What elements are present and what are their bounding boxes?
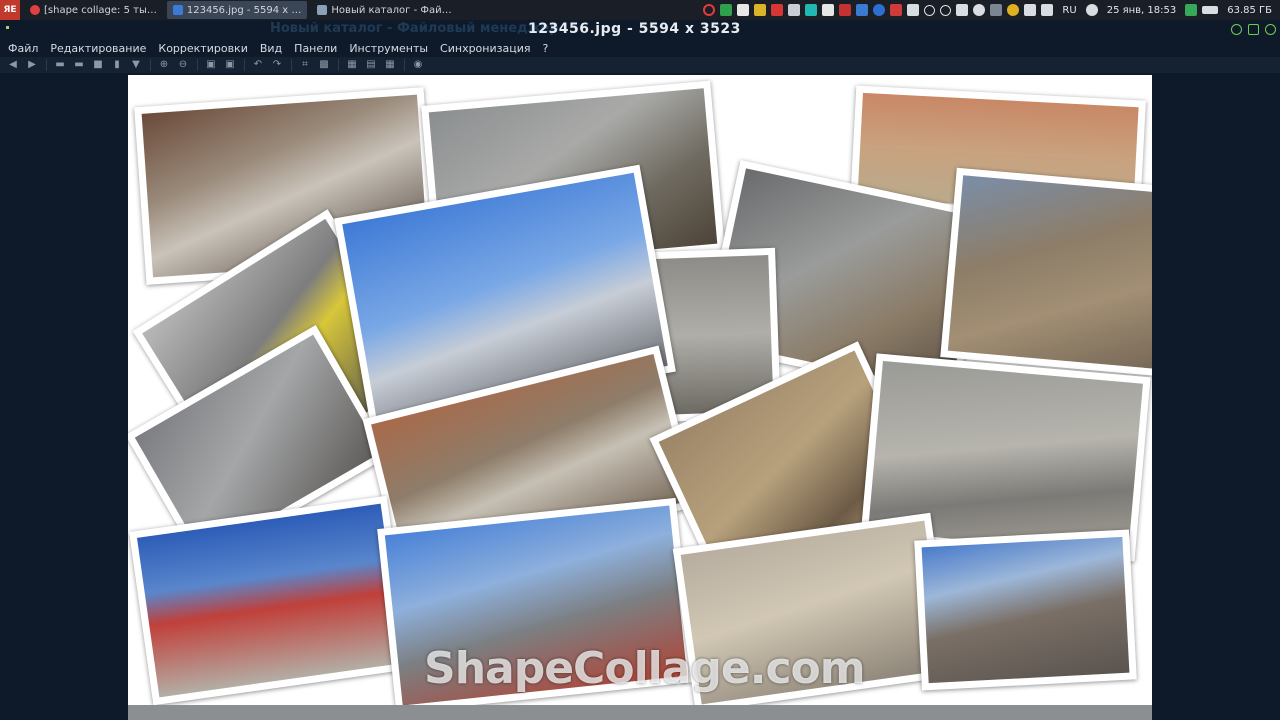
shield-icon[interactable]	[1024, 4, 1037, 16]
window-titlebar: Новый каталог - Файловый менеджер 123456…	[0, 20, 1280, 40]
undo-icon[interactable]: ↶	[253, 60, 263, 70]
window-indicator	[6, 26, 9, 29]
cloud-icon[interactable]	[856, 4, 869, 16]
photo-image	[921, 536, 1130, 684]
photo-image	[947, 175, 1152, 375]
doc-icon[interactable]	[737, 4, 750, 16]
grid-icon[interactable]: ▦	[347, 60, 357, 70]
arrow-right-icon[interactable]: ▶	[27, 60, 37, 70]
window-title: 123456.jpg - 5594 x 3523	[528, 21, 741, 37]
settings-icon[interactable]	[1085, 4, 1098, 16]
globe-icon[interactable]	[873, 4, 886, 16]
copy-icon[interactable]: ▣	[206, 60, 216, 70]
menu-edit[interactable]: Редактирование	[50, 42, 146, 55]
folder-icon[interactable]: ▬	[55, 60, 65, 70]
background-window-title: Новый каталог - Файловый менеджер	[270, 21, 559, 36]
menu-file[interactable]: Файл	[8, 42, 38, 55]
menu-adjustments[interactable]: Корректировки	[158, 42, 247, 55]
taskbar-task-label: 123456.jpg - 5594 x …	[186, 4, 302, 16]
fit-icon[interactable]: ▤	[366, 60, 376, 70]
maximize-icon[interactable]	[1248, 24, 1259, 35]
menu-panels[interactable]: Панели	[294, 42, 337, 55]
folder-icon	[317, 5, 328, 15]
toolbar-separator	[244, 59, 245, 71]
volume-icon[interactable]	[1041, 4, 1054, 16]
network-icon[interactable]	[990, 4, 1003, 16]
taskbar-task-image-viewer[interactable]: 123456.jpg - 5594 x …	[166, 1, 308, 19]
window-icon[interactable]	[788, 4, 801, 16]
menu-tools[interactable]: Инструменты	[349, 42, 428, 55]
save-icon[interactable]: ■	[93, 60, 103, 70]
yandex-icon[interactable]	[771, 4, 784, 16]
taskbar-task-browser[interactable]: [shape collage: 5 ты…	[24, 1, 163, 19]
app-icon[interactable]	[720, 4, 733, 16]
zoom-out-icon[interactable]: ⊖	[178, 60, 188, 70]
menu-view[interactable]: Вид	[260, 42, 282, 55]
toolbar-separator	[46, 59, 47, 71]
toolbar-separator	[197, 59, 198, 71]
alarm-icon[interactable]	[1007, 4, 1020, 16]
collage-photo	[914, 529, 1137, 691]
image-canvas[interactable]: ShapeCollage.com	[128, 75, 1152, 720]
storage-indicator: 63.85 ГБ	[1227, 4, 1272, 16]
hp-icon[interactable]	[940, 4, 952, 16]
collage-photo	[129, 495, 411, 706]
calendar-icon[interactable]	[822, 4, 835, 16]
paste-icon[interactable]: ▣	[225, 60, 235, 70]
menu-sync[interactable]: Синхронизация	[440, 42, 530, 55]
trash-icon[interactable]: ▮	[112, 60, 122, 70]
menu-help[interactable]: ?	[542, 42, 548, 55]
toolbar-separator	[291, 59, 292, 71]
zoom-in-icon[interactable]: ⊕	[159, 60, 169, 70]
camera-icon[interactable]	[956, 4, 969, 16]
redo-icon[interactable]: ↷	[272, 60, 282, 70]
toolbar-separator	[404, 59, 405, 71]
crop-icon[interactable]: ⌗	[300, 60, 310, 70]
clock[interactable]: 25 янв, 18:53	[1107, 5, 1177, 16]
speed-icon[interactable]	[924, 4, 936, 16]
drive-icon[interactable]	[1202, 6, 1219, 14]
toolbar-separator	[338, 59, 339, 71]
chat-icon[interactable]	[805, 4, 818, 16]
minimize-icon[interactable]	[1231, 24, 1242, 35]
cloud-sync-icon[interactable]	[973, 4, 986, 16]
pdf-icon[interactable]	[839, 4, 852, 16]
image-icon	[172, 5, 183, 15]
collage-photo	[940, 167, 1152, 383]
toolbar-separator	[150, 59, 151, 71]
settings-icon[interactable]: ◉	[413, 60, 423, 70]
update-icon[interactable]	[1185, 4, 1198, 16]
taskbar-task-label: Новый каталог - Фай…	[331, 4, 452, 16]
keyboard-icon[interactable]	[907, 4, 920, 16]
filter-icon[interactable]: ▼	[131, 60, 141, 70]
screenshot-icon[interactable]	[890, 4, 903, 16]
system-taskbar: ЯЕ [shape collage: 5 ты… 123456.jpg - 55…	[0, 0, 1280, 20]
opera-icon[interactable]	[703, 4, 716, 16]
resize-icon[interactable]: ▩	[319, 60, 329, 70]
fullscreen-icon[interactable]: ▦	[385, 60, 395, 70]
system-tray: RU 25 янв, 18:53 63.85 ГБ	[703, 4, 1280, 16]
app-badge[interactable]: ЯЕ	[0, 0, 20, 20]
mail-icon[interactable]	[754, 4, 767, 16]
menubar: Файл Редактирование Корректировки Вид Па…	[0, 40, 1280, 56]
language-indicator[interactable]: RU	[1062, 5, 1076, 16]
canvas-bottom-strip	[128, 705, 1152, 720]
taskbar-task-file-manager[interactable]: Новый каталог - Фай…	[311, 1, 457, 19]
folder-open-icon[interactable]: ▬	[74, 60, 84, 70]
watermark-text: ShapeCollage.com	[424, 643, 866, 694]
toolbar: ◀ ▶ ▬ ▬ ■ ▮ ▼ ⊕ ⊖ ▣ ▣ ↶ ↷ ⌗ ▩ ▦ ▤ ▦ ◉	[0, 57, 1280, 73]
photo-image	[136, 503, 404, 698]
taskbar-task-label: [shape collage: 5 ты…	[44, 4, 157, 16]
close-icon[interactable]	[1265, 24, 1276, 35]
browser-icon	[30, 5, 40, 15]
arrow-left-icon[interactable]: ◀	[8, 60, 18, 70]
